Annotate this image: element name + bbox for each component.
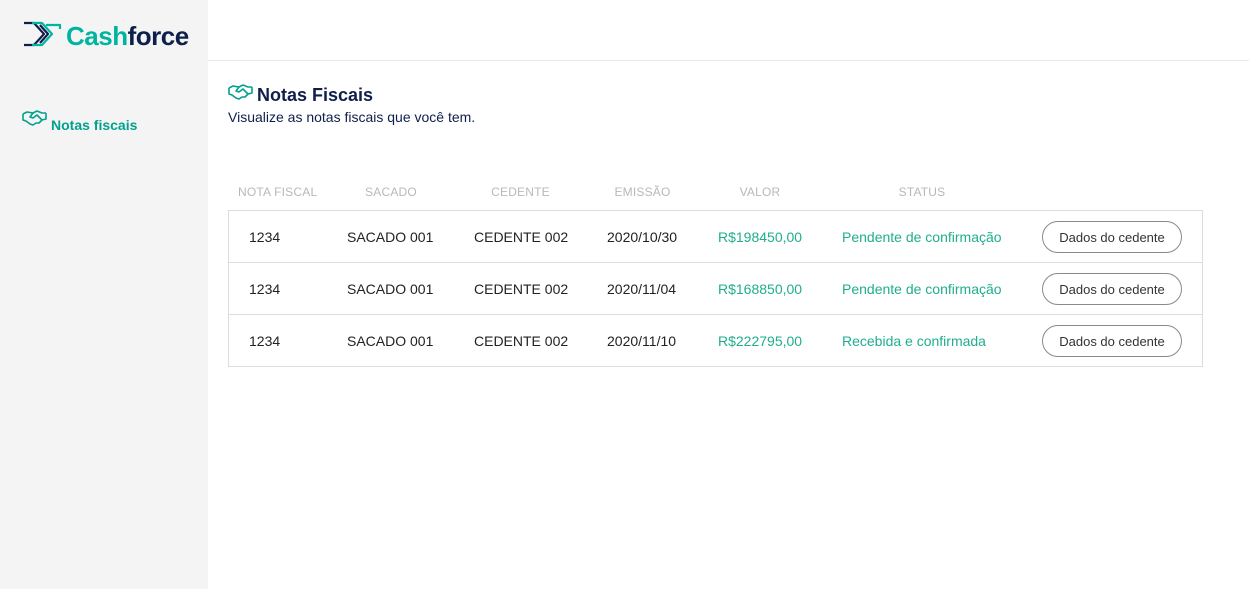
invoices-table: 1234 SACADO 001 CEDENTE 002 2020/10/30 R… (228, 210, 1203, 367)
sidebar-item-label: Notas fiscais (51, 117, 138, 133)
page-title: Notas Fiscais (257, 85, 374, 105)
handshake-icon (22, 110, 47, 126)
cell-valor: R$168850,00 (718, 280, 803, 297)
sidebar-item-notas-fiscais[interactable]: Notas fiscais (22, 110, 137, 133)
logo-text: Cashforce (66, 23, 189, 49)
handshake-icon (228, 84, 253, 100)
cell-valor: R$222795,00 (718, 332, 803, 349)
top-bar (208, 0, 1249, 61)
cell-sacado: SACADO 001 (347, 280, 434, 297)
table-row: 1234 SACADO 001 CEDENTE 002 2020/11/10 R… (229, 315, 1202, 366)
cell-status: Pendente de confirmação (842, 228, 1002, 245)
cashforce-logo-icon (24, 21, 62, 47)
cell-cedente: CEDENTE 002 (474, 332, 569, 349)
dados-do-cedente-button[interactable]: Dados do cedente (1042, 221, 1182, 253)
title-row: Notas Fiscais (228, 84, 475, 105)
column-header-status: STATUS (898, 185, 946, 199)
logo-text-cash: Cash (66, 21, 128, 51)
logo-text-force: force (127, 21, 190, 51)
page-subtitle: Visualize as notas fiscais que você tem. (228, 109, 476, 125)
table-row: 1234 SACADO 001 CEDENTE 002 2020/10/30 R… (229, 211, 1202, 263)
cell-sacado: SACADO 001 (347, 332, 434, 349)
table-header: NOTA FISCAL SACADO CEDENTE EMISSÃO VALOR… (228, 185, 1203, 201)
cell-nota-fiscal: 1234 (249, 228, 281, 245)
page-header: Notas Fiscais Visualize as notas fiscais… (228, 84, 475, 125)
cell-emissao: 2020/11/04 (607, 280, 677, 297)
cell-cedente: CEDENTE 002 (474, 228, 569, 245)
column-header-valor: VALOR (739, 185, 781, 199)
cell-sacado: SACADO 001 (347, 228, 434, 245)
app: Cashforce Notas fiscais Notas Fiscais Vi… (0, 0, 1249, 589)
column-header-sacado: SACADO (365, 185, 417, 199)
cell-status: Recebida e confirmada (842, 332, 986, 349)
cell-status: Pendente de confirmação (842, 280, 1002, 297)
dados-do-cedente-button[interactable]: Dados do cedente (1042, 325, 1182, 357)
sidebar: Cashforce Notas fiscais (0, 0, 208, 589)
cell-nota-fiscal: 1234 (249, 280, 281, 297)
cashforce-logo[interactable]: Cashforce (22, 20, 189, 52)
cell-emissao: 2020/11/10 (607, 332, 677, 349)
column-header-nota-fiscal: NOTA FISCAL (238, 185, 318, 199)
cell-valor: R$198450,00 (718, 228, 803, 245)
cell-cedente: CEDENTE 002 (474, 280, 569, 297)
cell-nota-fiscal: 1234 (249, 332, 281, 349)
table-row: 1234 SACADO 001 CEDENTE 002 2020/11/04 R… (229, 263, 1202, 315)
cell-emissao: 2020/10/30 (607, 228, 678, 245)
column-header-emissao: EMISSÃO (614, 185, 671, 199)
dados-do-cedente-button[interactable]: Dados do cedente (1042, 273, 1182, 305)
column-header-cedente: CEDENTE (491, 185, 550, 199)
